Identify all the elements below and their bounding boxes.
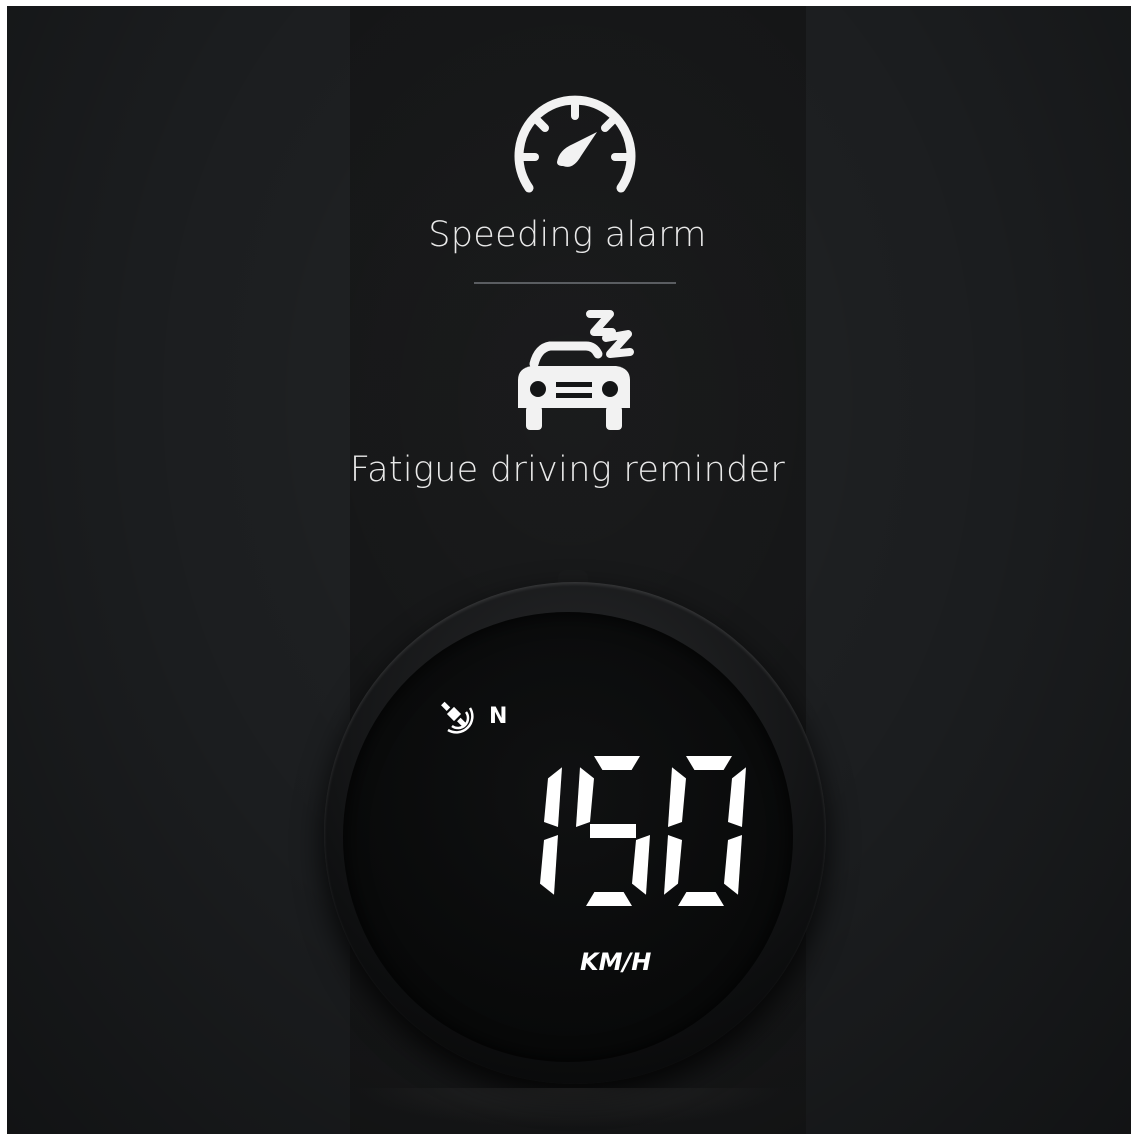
speed-digit-segment xyxy=(632,835,650,895)
sleeping-car-icon xyxy=(518,310,634,430)
speed-digit-segment xyxy=(544,767,562,827)
speed-digit-segment xyxy=(728,767,746,827)
speed-digit-segment xyxy=(590,824,636,838)
speed-digit-segment xyxy=(540,835,558,895)
compass-direction: N xyxy=(489,704,508,729)
speed-unit: KM/H xyxy=(580,948,652,976)
speed-digit-segment xyxy=(678,892,724,906)
speedometer-icon xyxy=(514,95,636,193)
speed-digit-segment xyxy=(668,767,686,827)
fatigue-driving-reminder-label: Fatigue driving reminder xyxy=(349,450,786,490)
speed-digit-segment xyxy=(576,767,594,827)
speed-digit-segment xyxy=(724,835,742,895)
speed-digit-segment xyxy=(586,892,632,906)
speed-readout xyxy=(540,756,746,906)
divider xyxy=(474,282,676,284)
satellite-icon xyxy=(441,701,474,734)
speeding-alarm-label: Speeding alarm xyxy=(428,215,707,255)
speed-digit-segment xyxy=(664,835,682,895)
reflection xyxy=(350,1088,790,1128)
speed-digit-segment xyxy=(594,756,640,770)
speed-digit-segment xyxy=(686,756,732,770)
